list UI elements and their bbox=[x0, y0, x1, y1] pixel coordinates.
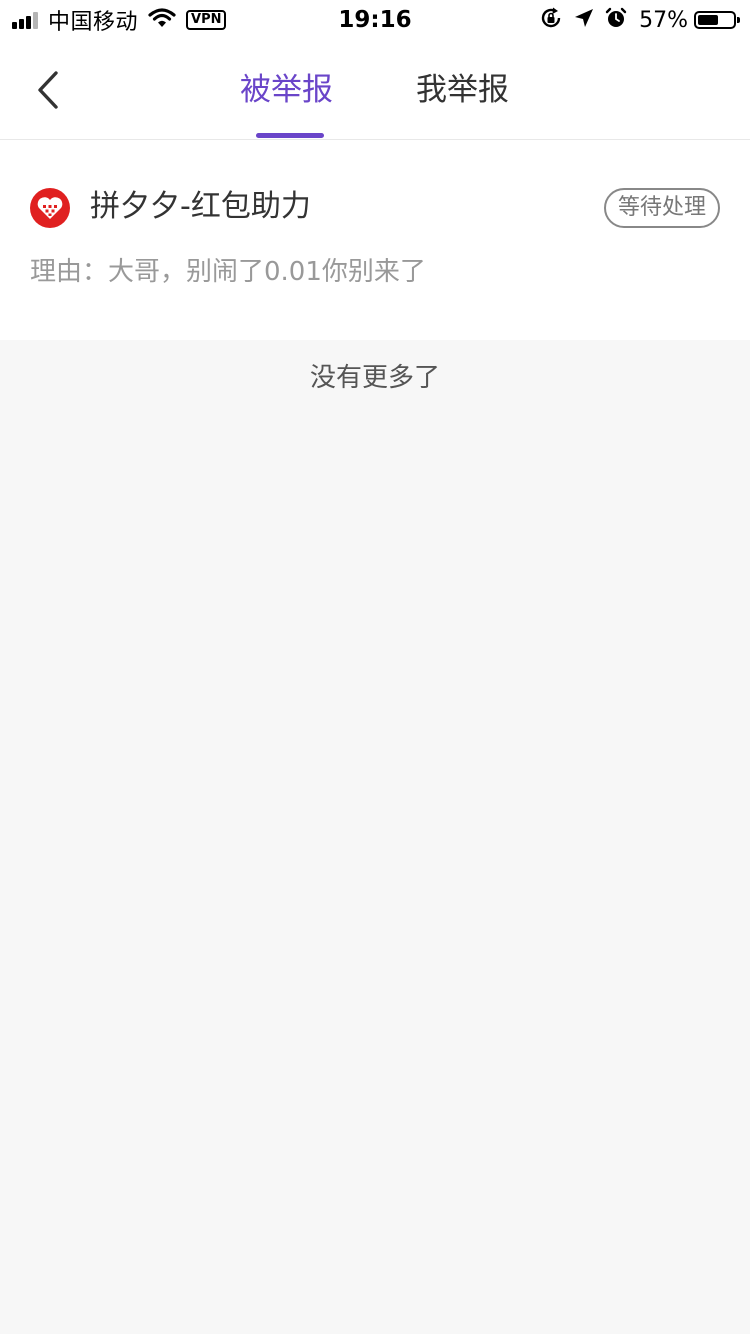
back-button[interactable] bbox=[30, 70, 66, 110]
chevron-left-icon bbox=[38, 71, 58, 109]
no-more-label: 没有更多了 bbox=[309, 363, 440, 393]
tab-reported[interactable]: 被举报 bbox=[240, 68, 333, 112]
rotation-lock-icon bbox=[539, 6, 563, 34]
alarm-icon bbox=[605, 7, 627, 33]
battery-icon bbox=[694, 11, 740, 29]
battery-percent: 57% bbox=[639, 7, 688, 33]
location-icon bbox=[573, 7, 595, 33]
status-bar: 中国移动 VPN 19:16 57% bbox=[0, 0, 750, 40]
report-card[interactable]: 拼夕夕-红包助力 等待处理 理由：大哥，别闹了0.01你别来了 bbox=[0, 140, 750, 340]
report-reason: 理由：大哥，别闹了0.01你别来了 bbox=[30, 257, 426, 287]
app-logo-icon bbox=[30, 188, 70, 228]
status-bar-right: 57% bbox=[529, 6, 740, 34]
active-tab-indicator bbox=[256, 133, 324, 138]
nav-bar: 被举报 我举报 bbox=[0, 40, 750, 140]
app-name: 拼夕夕-红包助力 bbox=[90, 189, 311, 224]
status-badge: 等待处理 bbox=[603, 188, 720, 228]
tab-my-reports[interactable]: 我举报 bbox=[416, 68, 509, 112]
